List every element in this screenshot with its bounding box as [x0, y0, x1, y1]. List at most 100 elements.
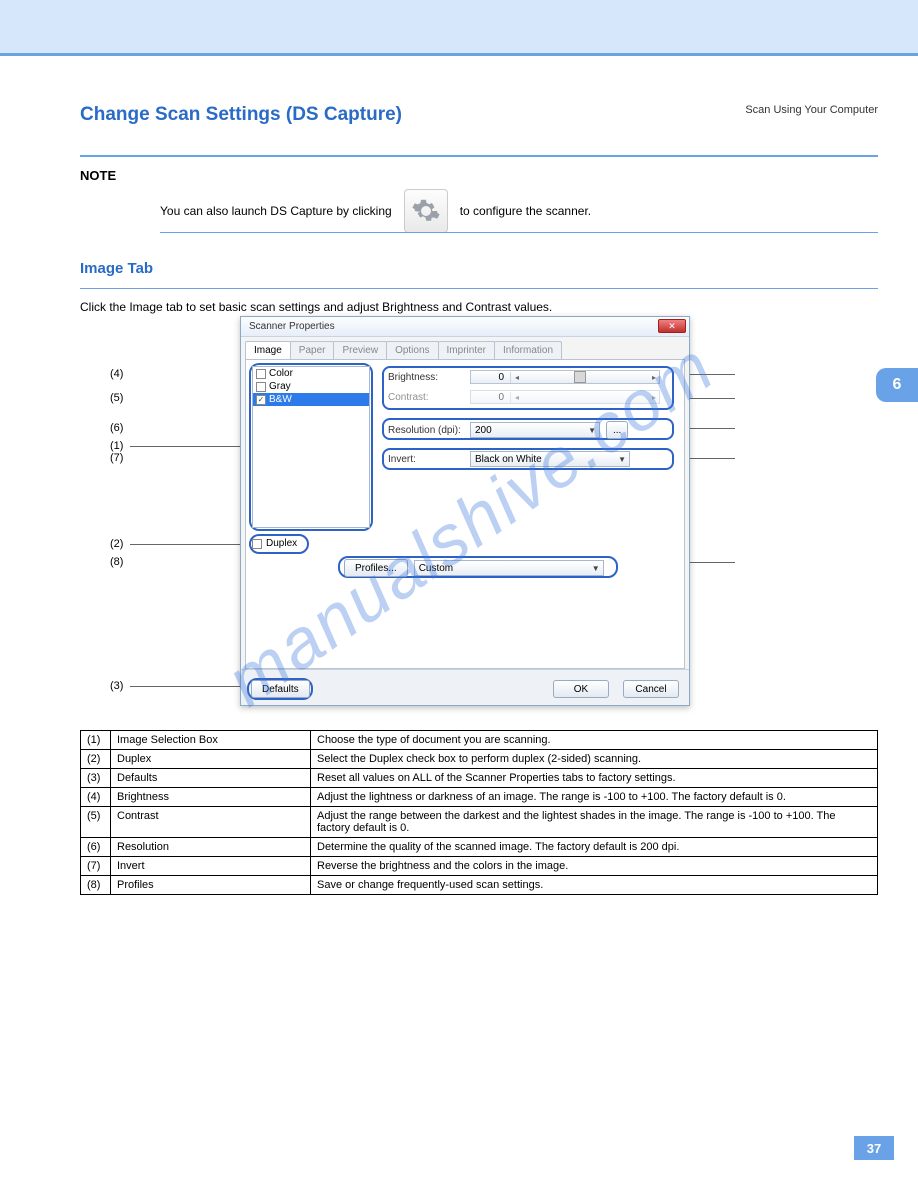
dialog-bottom-bar: Defaults OK Cancel	[241, 669, 689, 705]
list-item: Gray	[253, 380, 369, 393]
callout-5: (5)	[110, 392, 123, 404]
chevron-down-icon: ▼	[588, 426, 596, 435]
duplex-checkbox[interactable]	[252, 539, 262, 549]
cell-name: Resolution	[111, 838, 311, 857]
note-prefix: You can also launch DS Capture by clicki…	[160, 204, 392, 218]
cell-num: (6)	[81, 838, 111, 857]
image-selection-list[interactable]: Color Gray ✓B&W	[252, 366, 370, 528]
invert-value: Black on White	[475, 454, 542, 465]
ok-button[interactable]: OK	[553, 680, 609, 698]
table-row: (5)ContrastAdjust the range between the …	[81, 807, 878, 838]
cell-desc: Save or change frequently-used scan sett…	[311, 876, 878, 895]
callout-3: (3)	[110, 680, 123, 692]
scanner-properties-dialog: Scanner Properties ✕ Image Paper Preview…	[240, 316, 690, 706]
divider	[160, 232, 878, 233]
header-band	[0, 0, 918, 56]
table-row: (6)ResolutionDetermine the quality of th…	[81, 838, 878, 857]
cell-desc: Adjust the lightness or darkness of an i…	[311, 788, 878, 807]
dialog-title: Scanner Properties	[249, 321, 335, 332]
slider-thumb[interactable]	[574, 371, 586, 383]
invert-label: Invert:	[388, 454, 470, 465]
cell-num: (5)	[81, 807, 111, 838]
list-item: Color	[253, 367, 369, 380]
cell-num: (4)	[81, 788, 111, 807]
callout-6: (6)	[110, 422, 123, 434]
tab-options[interactable]: Options	[386, 341, 438, 359]
tab-preview[interactable]: Preview	[333, 341, 387, 359]
tabstrip: Image Paper Preview Options Imprinter In…	[241, 337, 689, 359]
list-item-label: Gray	[269, 381, 291, 392]
cell-num: (1)	[81, 731, 111, 750]
cell-name: Defaults	[111, 769, 311, 788]
chevron-left-icon[interactable]: ◂	[515, 393, 519, 402]
cell-desc: Reset all values on ALL of the Scanner P…	[311, 769, 878, 788]
chevron-down-icon: ▼	[592, 564, 600, 573]
cell-desc: Adjust the range between the darkest and…	[311, 807, 878, 838]
chevron-right-icon[interactable]: ▸	[652, 373, 656, 382]
checkbox-icon[interactable]: ✓	[256, 395, 266, 405]
divider	[80, 155, 878, 157]
list-item-label: Color	[269, 368, 293, 379]
callout-7: (7)	[110, 452, 123, 464]
cell-desc: Reverse the brightness and the colors in…	[311, 857, 878, 876]
resolution-more-button[interactable]: ...	[606, 421, 628, 439]
chevron-down-icon: ▼	[618, 455, 626, 464]
cell-num: (2)	[81, 750, 111, 769]
chapter-tab: 6	[876, 368, 918, 402]
table-row: (4)BrightnessAdjust the lightness or dar…	[81, 788, 878, 807]
cell-num: (3)	[81, 769, 111, 788]
table-row: (8)ProfilesSave or change frequently-use…	[81, 876, 878, 895]
cell-name: Profiles	[111, 876, 311, 895]
cell-num: (8)	[81, 876, 111, 895]
contrast-slider[interactable]: 0 ◂ ▸	[470, 390, 660, 404]
tab-imprinter[interactable]: Imprinter	[438, 341, 495, 359]
profiles-select[interactable]: Custom ▼	[414, 560, 604, 576]
table-row: (3)DefaultsReset all values on ALL of th…	[81, 769, 878, 788]
cell-desc: Choose the type of document you are scan…	[311, 731, 878, 750]
intro-text: Click the Image tab to set basic scan se…	[80, 300, 552, 314]
running-head: Scan Using Your Computer	[745, 104, 878, 116]
resolution-value: 200	[475, 425, 492, 436]
brightness-value: 0	[471, 372, 511, 383]
gear-icon	[404, 189, 448, 233]
tab-image[interactable]: Image	[245, 341, 291, 359]
note-label: NOTE	[80, 168, 878, 183]
callout-8: (8)	[110, 556, 123, 568]
close-icon[interactable]: ✕	[658, 319, 686, 333]
table-row: (7)InvertReverse the brightness and the …	[81, 857, 878, 876]
resolution-label: Resolution (dpi):	[388, 425, 470, 436]
chevron-right-icon[interactable]: ▸	[652, 393, 656, 402]
invert-select[interactable]: Black on White ▼	[470, 451, 630, 467]
cell-desc: Determine the quality of the scanned ima…	[311, 838, 878, 857]
cell-desc: Select the Duplex check box to perform d…	[311, 750, 878, 769]
chevron-left-icon[interactable]: ◂	[515, 373, 519, 382]
defaults-button[interactable]: Defaults	[251, 680, 310, 698]
subsection-title: Image Tab	[80, 260, 153, 277]
contrast-value: 0	[471, 392, 511, 403]
figure: (1) (2) (3) (4) (5) (6) (7) (8) Scanner …	[110, 316, 830, 716]
table-row: (2)DuplexSelect the Duplex check box to …	[81, 750, 878, 769]
brightness-label: Brightness:	[388, 372, 470, 383]
tab-information[interactable]: Information	[494, 341, 562, 359]
callout-4: (4)	[110, 368, 123, 380]
checkbox-icon[interactable]	[256, 382, 266, 392]
titlebar: Scanner Properties ✕	[241, 317, 689, 337]
brightness-slider[interactable]: 0 ◂ ▸	[470, 370, 660, 384]
cancel-button[interactable]: Cancel	[623, 680, 679, 698]
table-row: (1)Image Selection BoxChoose the type of…	[81, 731, 878, 750]
resolution-select[interactable]: 200 ▼	[470, 422, 600, 438]
tab-paper[interactable]: Paper	[290, 341, 335, 359]
cell-name: Image Selection Box	[111, 731, 311, 750]
settings-table: (1)Image Selection BoxChoose the type of…	[80, 730, 878, 895]
profiles-value: Custom	[419, 563, 453, 574]
note-text: to configure the scanner.	[460, 204, 591, 218]
duplex-label: Duplex	[266, 538, 297, 549]
tab-panel: Color Gray ✓B&W Brightness: 0 ◂ ▸	[245, 359, 685, 669]
checkbox-icon[interactable]	[256, 369, 266, 379]
section-title: Change Scan Settings (DS Capture)	[80, 104, 402, 126]
cell-name: Contrast	[111, 807, 311, 838]
profiles-button[interactable]: Profiles...	[344, 559, 408, 577]
cell-name: Invert	[111, 857, 311, 876]
contrast-label: Contrast:	[388, 392, 470, 403]
cell-name: Duplex	[111, 750, 311, 769]
